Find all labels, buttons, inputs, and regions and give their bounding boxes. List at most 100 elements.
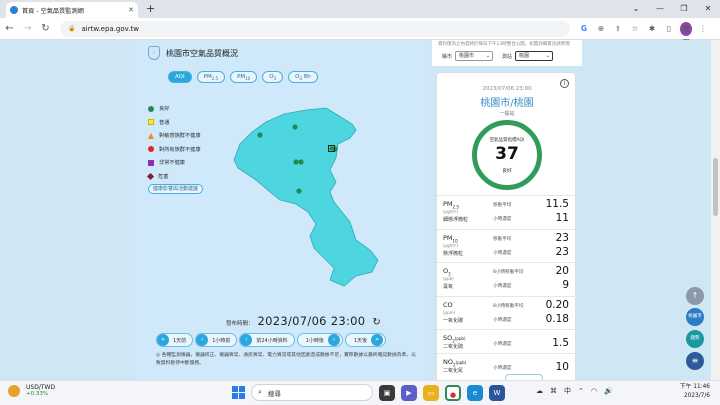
network-icon[interactable]: ⌘ bbox=[550, 387, 557, 395]
pollutant-row: PM2.5 (μg/m³) 細懸浮微粒 移動平均 11.5 小時濃度 11 bbox=[437, 195, 577, 229]
address-toolbar: ← → ↻ 🔒 airtw.epa.gov.tw G ⊕ ⇪ ☆ ✱ ▯ 使用 … bbox=[0, 18, 720, 47]
station-marker[interactable] bbox=[293, 159, 299, 165]
clock-time: 下午 11:46 bbox=[679, 384, 710, 390]
selector-note: 資料僅為之內容將於每日下午13時整合公開，如需詳細資訊請參閱 bbox=[438, 42, 570, 47]
menu-float-button[interactable]: ≡ bbox=[686, 352, 704, 370]
currency-icon bbox=[8, 384, 20, 397]
publish-time: 2023/07/06 23:00 bbox=[257, 314, 366, 328]
bookmark-star-icon[interactable]: ☆ bbox=[629, 24, 641, 33]
weather-icon[interactable]: ☁ bbox=[536, 387, 543, 395]
taoyuan-county-shape[interactable] bbox=[233, 107, 379, 287]
site-favicon-icon bbox=[10, 6, 18, 14]
taskbar-search[interactable]: ⌕ 搜尋 bbox=[251, 384, 373, 401]
system-clock[interactable]: 下午 11:46 2023/7/6 bbox=[662, 383, 710, 401]
aqi-legend: 良好 普通 對敏感族群不健康 對所有族群不健康 非常不健康 危害 健康影響與活動… bbox=[146, 102, 204, 194]
legend-item: 非常不健康 bbox=[148, 156, 203, 170]
station-marker[interactable] bbox=[298, 159, 304, 165]
tray-overflow-icon[interactable]: ⌃ bbox=[578, 387, 584, 395]
publish-time-label: 發布時間： bbox=[226, 321, 254, 327]
share-icon[interactable]: ⇪ bbox=[612, 24, 624, 33]
good-dot-icon bbox=[148, 105, 154, 112]
aqi-status: 良好 bbox=[502, 169, 512, 174]
prev-day-button[interactable]: «1天前 bbox=[156, 333, 194, 347]
pollutant-row: SO2(ppb) 二氧化硫 小時濃度 1.5 bbox=[437, 329, 577, 353]
tab-pm25[interactable]: PM2.5 bbox=[196, 71, 226, 83]
translate-icon[interactable]: ⊕ bbox=[595, 24, 607, 33]
left-icon: ‹ bbox=[196, 334, 209, 346]
clock-date: 2023/7/6 bbox=[683, 393, 710, 399]
forward-icon[interactable]: → bbox=[19, 23, 36, 34]
reload-icon[interactable]: ↻ bbox=[37, 23, 54, 34]
side-panel-icon[interactable]: ▯ bbox=[663, 24, 675, 33]
station-marker[interactable] bbox=[296, 188, 302, 194]
edge-icon[interactable]: e bbox=[467, 384, 483, 401]
file-explorer-icon[interactable]: ▭ bbox=[423, 384, 439, 401]
trend-float-button[interactable]: 趨勢 bbox=[686, 330, 704, 348]
station-select[interactable]: 桃園 ⌄ bbox=[515, 51, 554, 61]
close-window-button[interactable]: ✕ bbox=[696, 0, 720, 18]
profile-avatar[interactable]: 使用 bbox=[680, 21, 692, 47]
back-icon[interactable]: ← bbox=[1, 23, 18, 34]
station-type: 一般站 bbox=[499, 111, 515, 117]
refresh-icon[interactable]: ↻ bbox=[372, 317, 380, 328]
maximize-button[interactable]: ❐ bbox=[672, 0, 696, 18]
hazardous-diamond-icon bbox=[146, 172, 155, 180]
stock-widget[interactable]: USD/TWD +0.33% bbox=[8, 384, 55, 397]
shield-icon: ✓ bbox=[148, 46, 160, 60]
tab-o3[interactable]: O3 bbox=[262, 71, 284, 83]
county-float-button[interactable]: 桃園市 bbox=[686, 308, 704, 326]
health-advice-button[interactable]: 健康影響與活動建議 bbox=[148, 184, 204, 194]
scrollbar-thumb[interactable] bbox=[713, 158, 718, 216]
next-day-button[interactable]: 1天後» bbox=[344, 333, 387, 347]
county-select[interactable]: 桃園市 ⌄ bbox=[455, 51, 494, 61]
wifi-icon[interactable]: ◠ bbox=[591, 387, 597, 395]
google-icon[interactable]: G bbox=[578, 24, 590, 33]
pollutant-table: PM2.5 (μg/m³) 細懸浮微粒 移動平均 11.5 小時濃度 11 PM… bbox=[437, 195, 577, 377]
history-24h-button[interactable]: ‹ 前24小時資料 bbox=[239, 333, 295, 347]
air-quality-overview-panel: ✓ 桃園市空氣品質概況 AQI PM2.5 PM10 O3 O3 8h 良好 普… bbox=[136, 40, 426, 380]
windows-start-icon[interactable] bbox=[232, 386, 245, 399]
word-icon[interactable]: W bbox=[489, 384, 505, 401]
very-unhealthy-square-icon bbox=[148, 159, 154, 166]
moderate-square-icon bbox=[148, 119, 154, 126]
chevron-down-icon: ⌄ bbox=[545, 53, 551, 59]
sensitive-triangle-icon bbox=[148, 132, 154, 139]
legend-item: 良好 bbox=[148, 102, 203, 116]
tab-pm10[interactable]: PM10 bbox=[230, 71, 258, 83]
tab-aqi[interactable]: AQI bbox=[168, 71, 192, 83]
url-bar[interactable]: 🔒 airtw.epa.gov.tw bbox=[60, 20, 570, 37]
ticker-name: USD/TWD bbox=[26, 384, 56, 391]
tab-search-icon[interactable]: ⌄ bbox=[624, 0, 648, 18]
url-text: airtw.epa.gov.tw bbox=[81, 24, 139, 33]
page-content: ✓ 桃園市空氣品質概況 AQI PM2.5 PM10 O3 O3 8h 良好 普… bbox=[0, 40, 711, 380]
prev-hour-button[interactable]: ‹ 1小時前 bbox=[195, 333, 238, 347]
next-hour-button[interactable]: 1小時後 › bbox=[296, 333, 343, 347]
scroll-top-button[interactable]: ↑ bbox=[686, 287, 704, 305]
station-selector: 資料僅為之內容將於每日下午13時整合公開，如需詳細資訊請參閱 縣市 桃園市 ⌄ 測… bbox=[432, 40, 582, 66]
extensions-icon[interactable]: ✱ bbox=[646, 24, 658, 33]
station-marker[interactable] bbox=[329, 146, 334, 151]
pollutant-row: O3 (ppb) 臭氧 8小時移動平均 20 小時濃度 9 bbox=[437, 262, 577, 296]
task-view-icon[interactable]: ▣ bbox=[379, 384, 395, 401]
language-icon[interactable]: 中 bbox=[564, 386, 571, 396]
new-tab-button[interactable]: + bbox=[146, 2, 155, 16]
left-icon: ‹ bbox=[240, 334, 253, 346]
page-scrollbar[interactable] bbox=[711, 40, 720, 380]
minimize-button[interactable]: — bbox=[648, 0, 672, 18]
tab-o3-8h[interactable]: O3 8h bbox=[288, 71, 318, 83]
volume-icon[interactable]: 🔊 bbox=[604, 387, 613, 395]
station-marker[interactable] bbox=[292, 124, 298, 130]
double-right-icon: » bbox=[371, 334, 384, 346]
chrome-icon[interactable]: ● bbox=[445, 384, 461, 401]
ticker-change: +0.33% bbox=[26, 391, 49, 397]
windows-taskbar: USD/TWD +0.33% ⌕ 搜尋 ▣ ▶ ▭ ● e W ☁ ⌘ 中 ⌃ … bbox=[0, 380, 720, 405]
taoyuan-map[interactable] bbox=[226, 100, 416, 290]
lock-icon[interactable]: 🔒 bbox=[68, 25, 75, 32]
pollutant-row: PM10 (μg/m³) 懸浮微粒 移動平均 23 小時濃度 23 bbox=[437, 228, 577, 263]
menu-icon[interactable]: ⋮ bbox=[697, 24, 709, 33]
double-left-icon: « bbox=[157, 334, 169, 346]
close-tab-icon[interactable]: ✕ bbox=[128, 6, 134, 14]
station-marker[interactable] bbox=[257, 132, 263, 138]
teams-icon[interactable]: ▶ bbox=[401, 384, 417, 401]
browser-tab[interactable]: 首頁 - 空氣品質監測網 ✕ bbox=[6, 2, 138, 18]
